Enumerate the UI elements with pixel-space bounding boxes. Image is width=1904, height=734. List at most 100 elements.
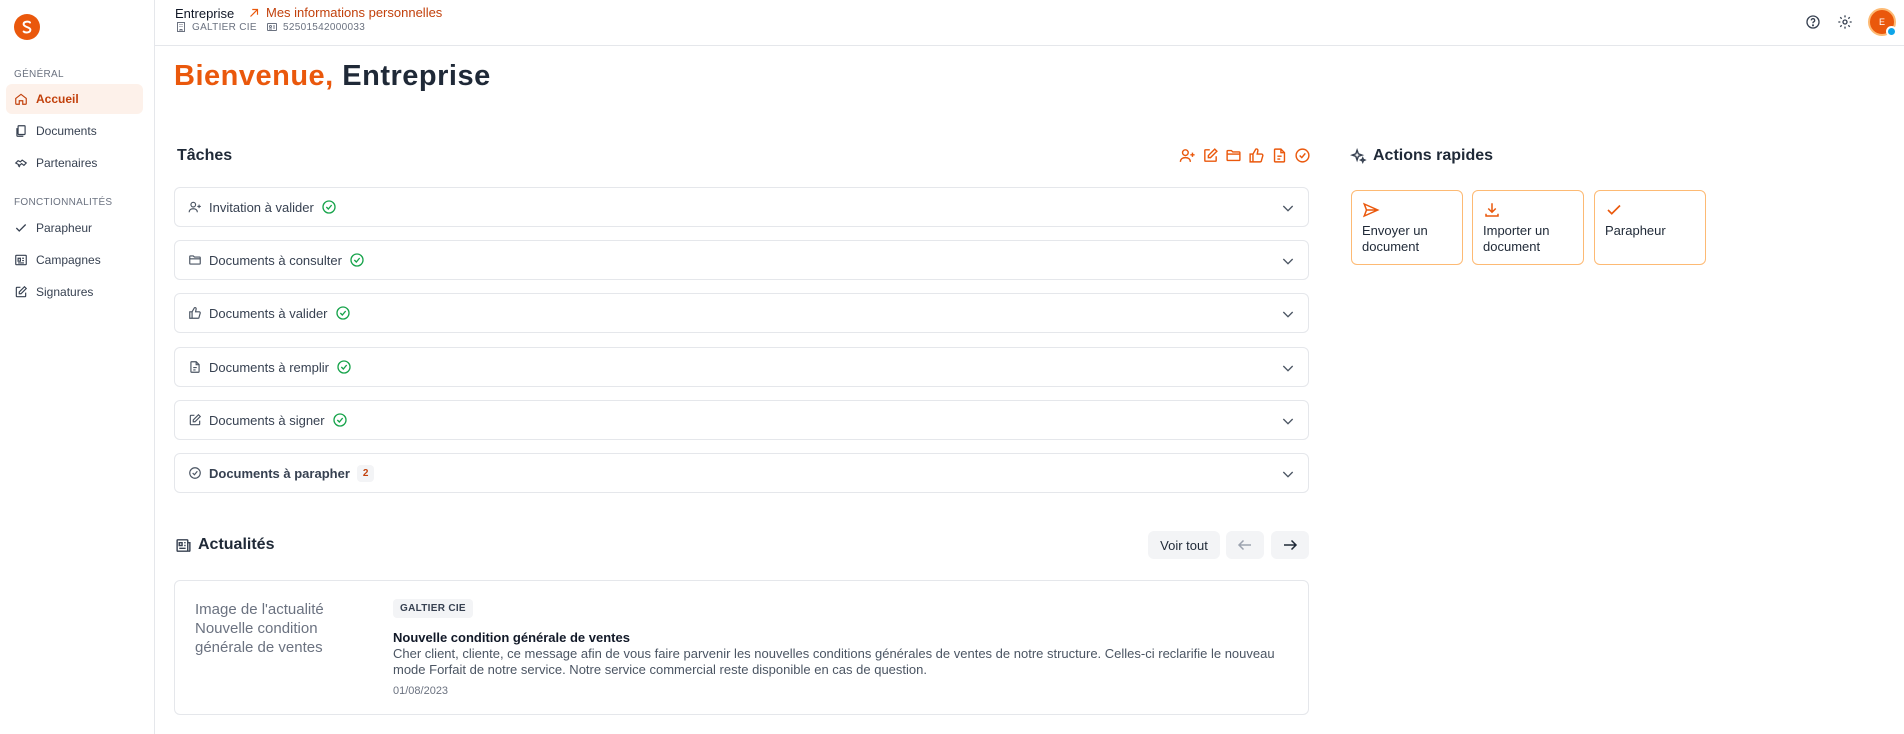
task-row-valider[interactable]: Documents à valider <box>174 293 1309 333</box>
task-label: Documents à signer <box>209 412 325 428</box>
circle-check-icon <box>187 465 203 481</box>
page-title: Bienvenue, Entreprise <box>174 60 491 93</box>
thumbs-up-icon[interactable] <box>1247 146 1266 165</box>
chevron-down-icon <box>1282 258 1294 265</box>
avatar-status-badge <box>1886 26 1897 37</box>
welcome-name: Entreprise <box>342 60 491 92</box>
file-icon[interactable] <box>1270 146 1289 165</box>
chevron-down-icon <box>1282 311 1294 318</box>
welcome-greeting: Bienvenue, <box>174 60 334 92</box>
quick-action-parapheur[interactable]: Parapheur <box>1594 190 1706 265</box>
logo-icon <box>22 20 32 34</box>
news-image: Image de l'actualité Nouvelle condition … <box>195 601 324 656</box>
download-icon <box>1485 203 1499 217</box>
folder-icon[interactable] <box>1224 146 1243 165</box>
quick-actions-title: Actions rapides <box>1373 147 1494 164</box>
user-plus-icon[interactable] <box>1178 146 1197 165</box>
check-icon <box>1607 204 1621 215</box>
sidebar-item-label: Campagnes <box>36 253 101 267</box>
newspaper-icon <box>176 538 191 552</box>
company-info: GALTIER CIE <box>175 21 257 33</box>
folder-icon <box>187 252 203 268</box>
news-header: Actualités <box>175 536 274 554</box>
see-all-button[interactable]: Voir tout <box>1148 531 1220 559</box>
personal-info-link[interactable]: Mes informations personnelles <box>247 5 442 20</box>
siret-number: 52501542000033 <box>283 21 366 33</box>
file-icon <box>187 359 203 375</box>
success-check-icon <box>337 360 351 374</box>
thumbs-up-icon <box>187 305 203 321</box>
sidebar-item-parapheur[interactable]: Parapheur <box>6 213 143 243</box>
personal-info-label: Mes informations personnelles <box>266 5 443 20</box>
news-item-body: Cher client, cliente, ce message afin de… <box>393 646 1275 677</box>
sidebar-item-label: Accueil <box>36 92 79 106</box>
help-button[interactable] <box>1803 12 1823 32</box>
quick-action-label: Envoyer un document <box>1362 223 1428 254</box>
task-row-signer[interactable]: Documents à signer <box>174 400 1309 440</box>
app-logo[interactable] <box>14 14 40 40</box>
task-label: Invitation à valider <box>209 199 314 215</box>
edit-icon[interactable] <box>1201 146 1220 165</box>
campaign-icon <box>14 253 28 267</box>
tasks-title: Tâches <box>177 147 233 164</box>
home-icon <box>14 92 28 106</box>
siret-info: 52501542000033 <box>266 21 365 33</box>
sidebar-item-label: Signatures <box>36 285 94 299</box>
send-icon <box>1362 202 1380 218</box>
news-item-title: Nouvelle condition générale de ventes <box>393 630 630 645</box>
building-icon <box>177 22 185 32</box>
news-item-date: 01/08/2023 <box>393 685 449 697</box>
sidebar-item-label: Documents <box>36 124 97 138</box>
next-button[interactable] <box>1271 531 1309 559</box>
user-plus-icon <box>187 199 203 215</box>
news-card[interactable]: Image de l'actualité Nouvelle condition … <box>174 580 1309 715</box>
arrow-right-icon <box>1284 539 1298 551</box>
news-tag: GALTIER CIE <box>393 599 473 618</box>
quick-actions-header: Actions rapides <box>1350 147 1493 165</box>
user-avatar[interactable]: E <box>1868 8 1897 37</box>
topbar: Entreprise Mes informations personnelles… <box>155 0 1904 46</box>
help-icon <box>1806 15 1820 29</box>
task-row-invitation[interactable]: Invitation à valider <box>174 187 1309 227</box>
task-row-consulter[interactable]: Documents à consulter <box>174 240 1309 280</box>
arrow-left-icon <box>1237 539 1251 551</box>
success-check-icon <box>332 413 347 427</box>
quick-action-importer[interactable]: Importer un document <box>1472 190 1584 265</box>
success-check-icon <box>322 200 336 214</box>
task-label: Documents à remplir <box>209 359 329 375</box>
documents-icon <box>14 124 28 138</box>
avatar-initial: E <box>1878 17 1885 27</box>
task-label: Documents à valider <box>209 305 328 321</box>
settings-button[interactable] <box>1835 12 1855 32</box>
arrow-up-right-icon <box>250 8 259 17</box>
prev-button[interactable] <box>1226 531 1264 559</box>
sparkles-icon <box>1350 147 1367 164</box>
sidebar-item-label: Partenaires <box>36 156 98 170</box>
signature-icon <box>14 285 28 299</box>
sidebar-item-documents[interactable]: Documents <box>6 116 143 146</box>
check-icon <box>14 221 28 235</box>
sidebar-item-signatures[interactable]: Signatures <box>6 277 143 307</box>
chevron-down-icon <box>1282 365 1294 372</box>
section-features-label: FONCTIONNALITÉS <box>14 197 113 208</box>
sidebar-item-partenaires[interactable]: Partenaires <box>6 148 143 178</box>
company-name: GALTIER CIE <box>192 21 257 33</box>
sidebar-item-campagnes[interactable]: Campagnes <box>6 245 143 275</box>
quick-action-envoyer[interactable]: Envoyer un document <box>1351 190 1463 265</box>
sidebar: GÉNÉRAL Accueil Documents Partenaires FO… <box>0 0 155 734</box>
sidebar-item-label: Parapheur <box>36 221 93 235</box>
task-label: Documents à parapher <box>209 465 350 481</box>
account-name: Entreprise <box>175 6 235 21</box>
task-row-parapher[interactable]: Documents à parapher 2 <box>174 453 1309 493</box>
task-row-remplir[interactable]: Documents à remplir <box>174 347 1309 387</box>
partners-icon <box>14 156 28 170</box>
quick-action-label: Parapheur <box>1605 223 1666 238</box>
sidebar-item-accueil[interactable]: Accueil <box>6 84 143 114</box>
circle-check-icon[interactable] <box>1293 146 1312 165</box>
gear-icon <box>1838 15 1852 29</box>
section-general-label: GÉNÉRAL <box>14 69 64 80</box>
edit-icon <box>187 412 203 428</box>
quick-action-label: Importer un document <box>1483 223 1550 254</box>
id-card-icon <box>267 23 277 31</box>
news-title: Actualités <box>198 536 275 553</box>
